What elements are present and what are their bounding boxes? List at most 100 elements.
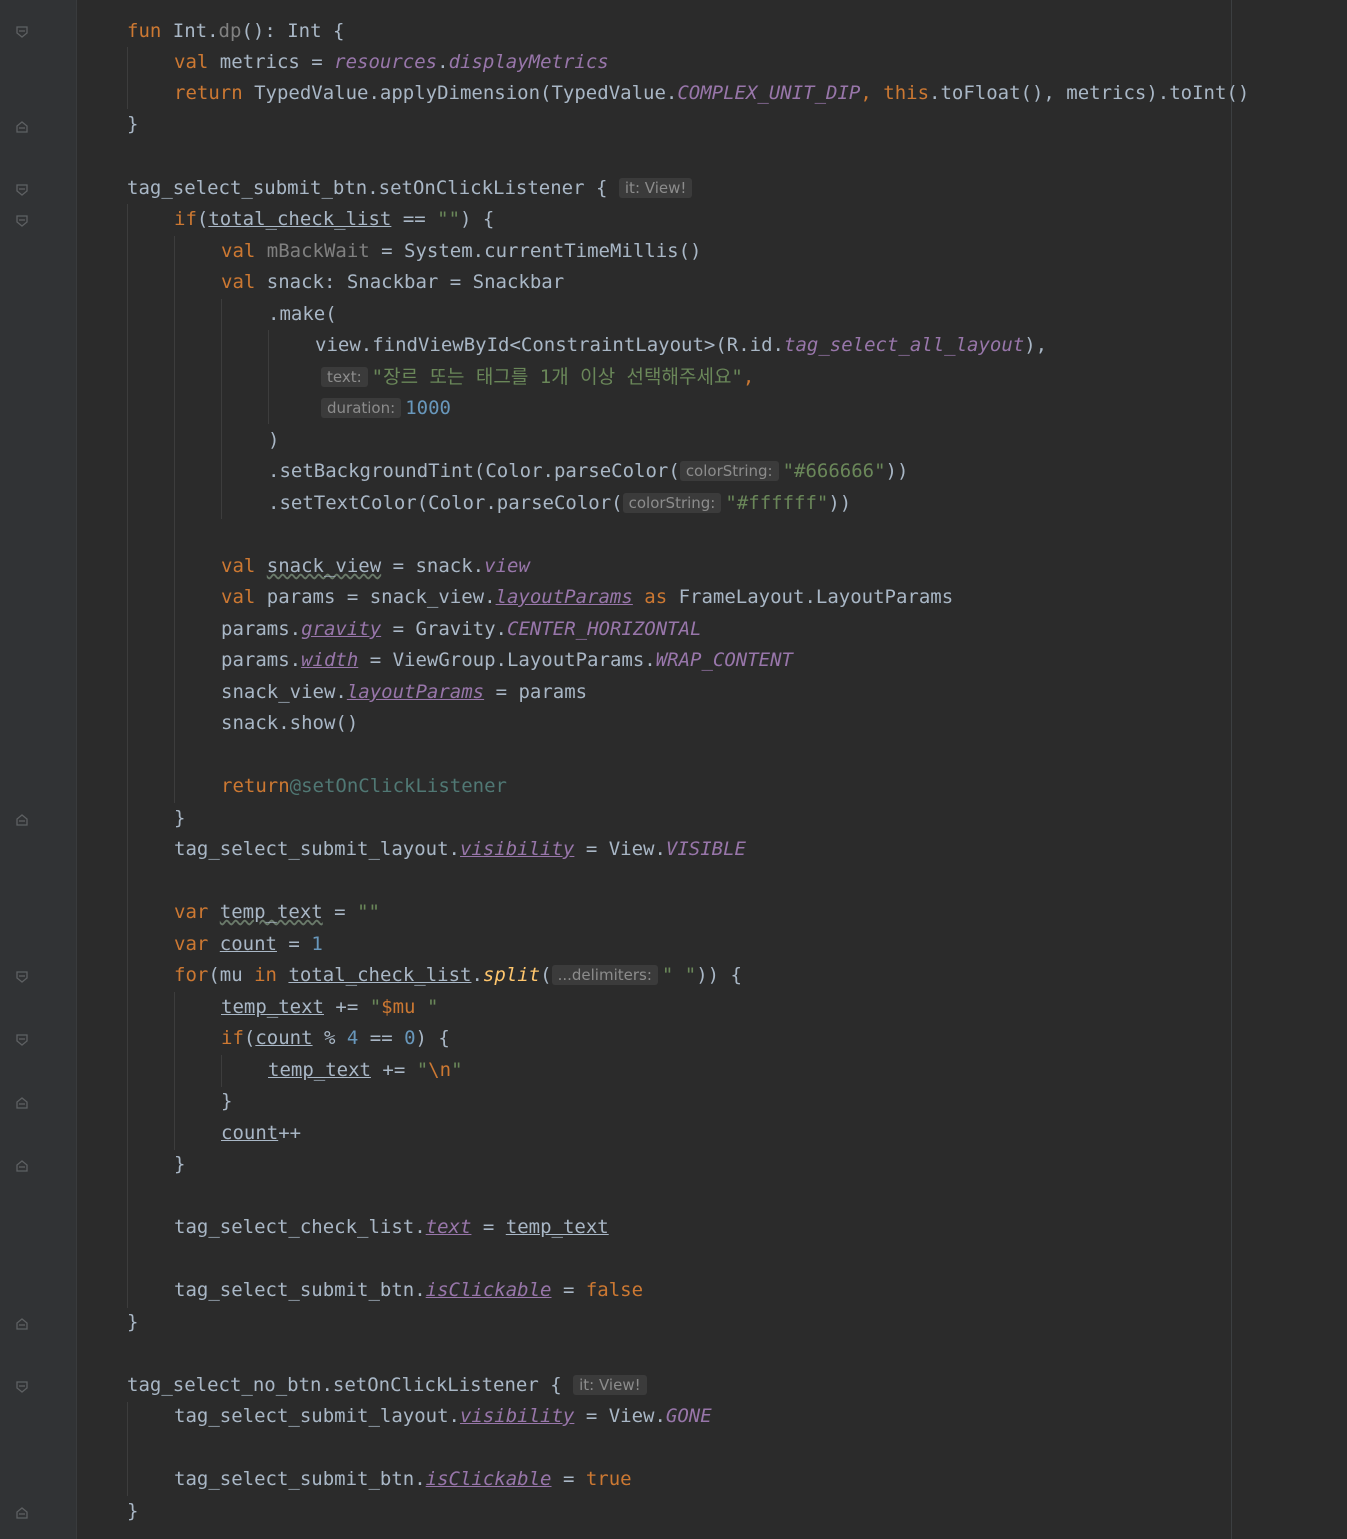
code-text: (: [243, 1027, 256, 1049]
fold-open-icon[interactable]: [16, 971, 28, 983]
string-template: $mu: [381, 996, 416, 1018]
unused-variable: mBackWait: [266, 240, 370, 262]
code-text: ),: [1024, 334, 1048, 356]
code-text: params = snack_view.: [255, 586, 496, 608]
keyword: if: [174, 208, 197, 230]
indent-guide: [127, 204, 128, 1308]
code-text: (: [540, 964, 552, 986]
variable: total_check_list: [288, 964, 472, 986]
variable: count: [221, 1122, 279, 1144]
code-text: tag_select_submit_layout.: [174, 1405, 460, 1427]
string-literal: "": [357, 901, 380, 923]
variable: temp_text: [219, 901, 323, 923]
fold-open-icon[interactable]: [16, 1034, 28, 1046]
property: displayMetrics: [448, 51, 609, 73]
code-text: =: [471, 1216, 506, 1238]
fold-close-icon[interactable]: [16, 1507, 28, 1519]
code-text: =: [551, 1279, 586, 1301]
code-text: ) {: [460, 208, 495, 230]
fold-open-icon[interactable]: [16, 1381, 28, 1393]
fold-close-icon[interactable]: [16, 121, 28, 133]
indent-guide: [127, 47, 128, 109]
parameter-hint: colorString:: [622, 493, 722, 513]
code-text: = params: [484, 681, 588, 703]
indent-guide: [221, 1055, 222, 1087]
code-text: .toFloat(), metrics).toInt(): [929, 82, 1250, 104]
code-text: metrics =: [208, 51, 335, 73]
keyword: in: [254, 964, 277, 986]
keyword: return: [221, 775, 290, 797]
string-literal: "": [437, 208, 461, 230]
code-text: = View.: [574, 1405, 666, 1427]
code-text: (): Int {: [241, 20, 345, 42]
code-text: tag_select_no_btn.setOnClickListener {: [127, 1374, 574, 1396]
number-literal: 1000: [405, 397, 451, 419]
fold-close-icon[interactable]: [16, 1160, 28, 1172]
code-editor[interactable]: fun Int.dp(): Int { val metrics = resour…: [0, 0, 1347, 1539]
variable: temp_text: [505, 1216, 609, 1238]
fold-open-icon[interactable]: [16, 215, 28, 227]
number-literal: 0: [404, 1027, 416, 1049]
keyword: val: [221, 240, 256, 262]
string-literal: "#666666": [782, 460, 886, 482]
code-text: .setBackgroundTint(Color.parseColor(: [268, 460, 680, 482]
code-text: ) {: [415, 1027, 450, 1049]
code-text: snack.show(): [221, 712, 359, 734]
string-literal: ": [369, 996, 382, 1018]
code-text: }: [174, 1153, 186, 1175]
code-text: )) {: [696, 964, 742, 986]
property: view: [484, 555, 530, 577]
keyword: false: [585, 1279, 644, 1301]
code-text: tag_select_submit_btn.: [174, 1279, 426, 1301]
variable: temp_text: [221, 996, 324, 1018]
property: isClickable: [425, 1279, 552, 1301]
constant: GONE: [665, 1405, 712, 1427]
string-literal: "#ffffff": [725, 492, 829, 514]
indent-guide: [174, 236, 175, 803]
code-text: }: [221, 1090, 233, 1112]
code-text: tag_select_submit_btn.setOnClickListener…: [127, 177, 619, 199]
fold-open-icon[interactable]: [16, 26, 28, 38]
property: visibility: [459, 1405, 575, 1427]
fold-close-icon[interactable]: [16, 1097, 28, 1109]
keyword: for: [174, 964, 209, 986]
keyword: true: [585, 1468, 632, 1490]
code-text: ==: [358, 1027, 405, 1049]
code-text: (mu: [208, 964, 255, 986]
keyword: val: [221, 555, 256, 577]
code-text: tag_select_check_list.: [174, 1216, 426, 1238]
code-text: =: [322, 901, 358, 923]
code-text: +=: [370, 1059, 417, 1081]
property: width: [301, 649, 359, 671]
code-text: ): [268, 429, 280, 451]
constant: VISIBLE: [665, 838, 746, 860]
keyword: as: [644, 586, 668, 608]
code-text: }: [127, 1500, 139, 1522]
fold-open-icon[interactable]: [16, 184, 28, 196]
parameter-hint: it: View!: [618, 178, 693, 198]
parameter-hint: duration:: [321, 398, 402, 418]
constant: WRAP_CONTENT: [655, 649, 793, 671]
function-call: split: [482, 964, 541, 986]
property: gravity: [301, 618, 382, 640]
parameter-hint: colorString:: [679, 461, 779, 481]
indent-guide: [221, 299, 222, 519]
code-text: .: [471, 964, 483, 986]
string-literal: ": [416, 1059, 429, 1081]
code-text: .setTextColor(Color.parseColor(: [268, 492, 623, 514]
parameter-hint: ...delimiters:: [551, 965, 658, 985]
code-text: }: [127, 1311, 139, 1333]
code-text: TypedValue.applyDimension(TypedValue.: [242, 82, 678, 104]
keyword: this: [883, 82, 930, 104]
keyword: if: [221, 1027, 244, 1049]
number-literal: 1: [311, 933, 323, 955]
fold-close-icon[interactable]: [16, 1318, 28, 1330]
code-text: = System.currentTimeMillis(): [369, 240, 702, 262]
fold-close-icon[interactable]: [16, 814, 28, 826]
punctuation: ,: [742, 366, 755, 388]
property: isClickable: [425, 1468, 552, 1490]
constant: CENTER_HORIZONTAL: [507, 618, 702, 640]
code-text: ++: [278, 1122, 302, 1144]
